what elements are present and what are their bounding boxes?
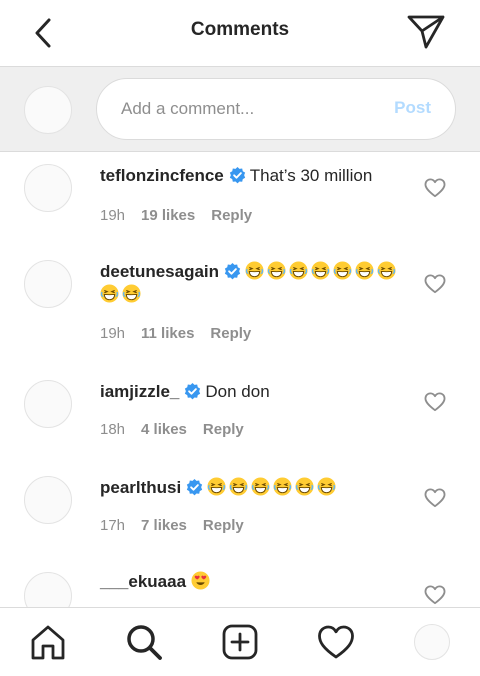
- avatar[interactable]: [24, 572, 72, 607]
- comment-item: ___ekuaaa: [0, 560, 480, 607]
- tab-new-post[interactable]: [218, 620, 262, 664]
- heart-eyes-face-icon: [191, 571, 210, 590]
- verified-badge-icon: [224, 263, 241, 280]
- comment-meta: 19h 11 likes Reply: [100, 325, 267, 342]
- tab-profile[interactable]: [410, 620, 454, 664]
- laughing-face-icon: [355, 261, 374, 280]
- laughing-face-icon: [100, 284, 119, 303]
- laughing-face-icon: [333, 261, 352, 280]
- comment-text-block: deetunesagain: [100, 260, 400, 306]
- comment-time: 19h: [100, 207, 126, 224]
- verified-badge-icon: [185, 383, 201, 400]
- bottom-tab-bar: [0, 607, 480, 676]
- chevron-left-icon: [35, 18, 51, 48]
- profile-avatar: [414, 624, 450, 660]
- avatar[interactable]: [24, 260, 72, 308]
- comment-field-container[interactable]: Post: [96, 78, 456, 140]
- reply-button[interactable]: Reply: [210, 325, 251, 342]
- comment-username[interactable]: teflonzincfence: [100, 166, 224, 185]
- paper-plane-icon: [407, 15, 445, 49]
- home-icon: [31, 625, 65, 660]
- reply-button[interactable]: Reply: [203, 421, 244, 438]
- verified-badge-icon: [229, 167, 245, 184]
- avatar[interactable]: [24, 476, 72, 524]
- laughing-face-icon: [289, 261, 308, 280]
- comment-item: deetunesagain 19h 11 likes Reply: [0, 248, 480, 368]
- comment-text-block: pearlthusi: [100, 476, 400, 499]
- comment-text: Don don: [205, 382, 270, 401]
- comment-item: pearlthusi 17h 7 likes Reply: [0, 464, 480, 560]
- comment-meta: 17h 7 likes Reply: [100, 517, 260, 534]
- tab-activity[interactable]: [314, 620, 358, 664]
- emoji-row: [207, 477, 339, 497]
- avatar[interactable]: [24, 164, 72, 212]
- laughing-face-icon: [295, 477, 314, 496]
- post-button[interactable]: Post: [394, 98, 431, 118]
- comment-composer: Post: [0, 66, 480, 152]
- comment-meta: 18h 4 likes Reply: [100, 421, 260, 438]
- comment-time: 17h: [100, 517, 126, 534]
- laughing-face-icon: [267, 261, 286, 280]
- laughing-face-icon: [317, 477, 336, 496]
- like-heart-icon[interactable]: [424, 392, 446, 412]
- comment-meta: 19h 19 likes Reply: [100, 207, 268, 224]
- comment-text-block: iamjizzle_ Don don: [100, 380, 400, 403]
- comment-username[interactable]: pearlthusi: [100, 478, 181, 497]
- comment-text-block: teflonzincfence That’s 30 million: [100, 164, 400, 187]
- avatar[interactable]: [24, 380, 72, 428]
- laughing-face-icon: [251, 477, 270, 496]
- heart-icon: [318, 625, 354, 659]
- tab-search[interactable]: [122, 620, 166, 664]
- laughing-face-icon: [311, 261, 330, 280]
- back-button[interactable]: [26, 13, 60, 53]
- likes-count[interactable]: 19 likes: [141, 207, 195, 224]
- new-post-icon: [222, 624, 258, 660]
- comment-item: teflonzincfence That’s 30 million 19h 19 l…: [0, 152, 480, 256]
- tab-home[interactable]: [26, 620, 70, 664]
- laughing-face-icon: [245, 261, 264, 280]
- verified-badge-icon: [187, 479, 203, 496]
- likes-count[interactable]: 4 likes: [141, 421, 187, 438]
- laughing-face-icon: [273, 477, 292, 496]
- avatar: [24, 86, 72, 134]
- reply-button[interactable]: Reply: [203, 517, 244, 534]
- laughing-face-icon: [207, 477, 226, 496]
- reply-button[interactable]: Reply: [211, 207, 252, 224]
- comment-input[interactable]: [121, 79, 381, 139]
- comment-username[interactable]: iamjizzle_: [100, 382, 179, 401]
- like-heart-icon[interactable]: [424, 488, 446, 508]
- comment-list[interactable]: teflonzincfence That’s 30 million 19h 19 l…: [0, 152, 480, 607]
- like-heart-icon[interactable]: [424, 178, 446, 198]
- search-icon: [127, 625, 162, 660]
- comment-text-block: ___ekuaaa: [100, 570, 400, 593]
- comment-text: That’s 30 million: [249, 166, 373, 185]
- comment-time: 19h: [100, 325, 126, 342]
- comment-username[interactable]: ___ekuaaa: [100, 572, 186, 591]
- comment-time: 18h: [100, 421, 126, 438]
- likes-count[interactable]: 7 likes: [141, 517, 187, 534]
- laughing-face-icon: [122, 284, 141, 303]
- likes-count[interactable]: 11 likes: [141, 325, 194, 342]
- laughing-face-icon: [377, 261, 396, 280]
- share-button[interactable]: [402, 11, 450, 53]
- top-bar: Comments: [0, 0, 480, 66]
- like-heart-icon[interactable]: [424, 274, 446, 294]
- like-heart-icon[interactable]: [424, 585, 446, 605]
- laughing-face-icon: [229, 477, 248, 496]
- comment-item: iamjizzle_ Don don 18h 4 likes Reply: [0, 368, 480, 464]
- comment-username[interactable]: deetunesagain: [100, 262, 219, 281]
